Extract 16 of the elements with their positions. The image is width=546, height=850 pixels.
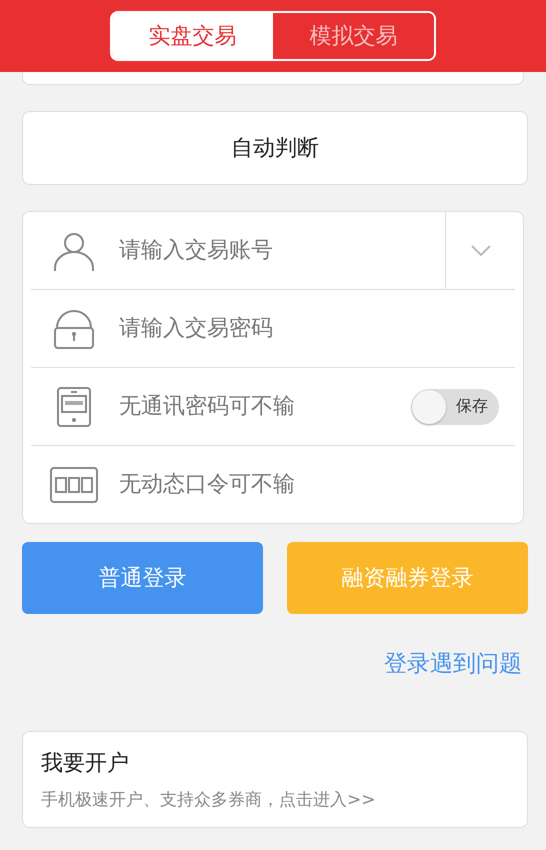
tab[interactable]: 实盘交易 xyxy=(112,13,273,59)
phone-icon xyxy=(57,386,91,426)
open-account-card[interactable]: 我要开户 手机极速开户、支持众多券商，点击进入>> xyxy=(22,731,528,828)
input-field[interactable]: 无通讯密码可不输 xyxy=(117,393,411,420)
chevron-icon xyxy=(470,244,490,256)
card-title: 我要开户 xyxy=(41,750,130,778)
input-field[interactable]: 请输入交易账号 xyxy=(117,237,445,264)
save-toggle[interactable]: 保存 xyxy=(411,388,499,424)
help-link[interactable]: 登录遇到问题 xyxy=(384,648,522,679)
mode-selector[interactable]: 自动判断 xyxy=(22,111,528,185)
input-field[interactable]: 无动态口令可不输 xyxy=(117,471,515,498)
token-icon xyxy=(50,466,98,502)
input-field[interactable]: 请输入交易密码 xyxy=(117,315,515,342)
lock-icon xyxy=(53,308,95,350)
login-button[interactable]: 普通登录 xyxy=(22,542,263,614)
card-subtitle: 手机极速开户、支持众多券商，点击进入>> xyxy=(41,789,376,811)
